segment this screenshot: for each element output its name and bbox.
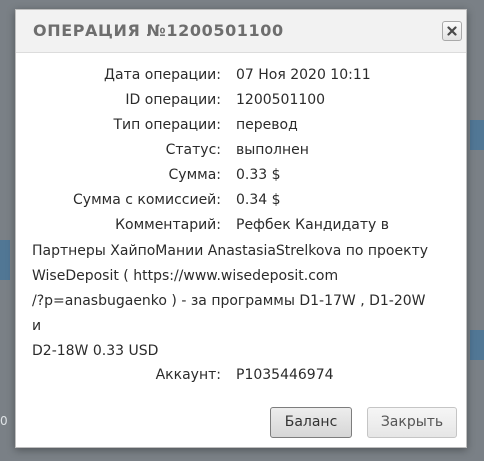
status-row: Статус: выполнен — [16, 142, 466, 162]
type-label: Тип операции: — [113, 117, 222, 133]
sum-row: Сумма: 0.33 $ — [16, 167, 466, 187]
type-row: Тип операции: перевод — [16, 117, 466, 137]
dialog-titlebar: ОПЕРАЦИЯ №1200501100 — [16, 10, 466, 53]
account-label: Аккаунт: — [155, 367, 221, 383]
sum-fee-row: Сумма с комиссией: 0.34 $ — [16, 192, 466, 212]
sum-fee-value: 0.34 $ — [236, 192, 281, 208]
close-dialog-button[interactable]: Закрыть — [367, 407, 457, 438]
date-row: Дата операции: 07 Ноя 2020 10:11 — [16, 67, 466, 87]
background-element — [470, 120, 484, 150]
status-label: Статус: — [165, 142, 221, 158]
id-value: 1200501100 — [236, 92, 326, 108]
id-row: ID операции: 1200501100 — [16, 92, 466, 112]
comment-text: Партнеры ХайпоМании AnastasiaStrelkova п… — [32, 243, 429, 359]
sum-label: Сумма: — [168, 167, 221, 183]
background-element — [470, 330, 484, 360]
comment-first-line: Рефбек Кандидату в — [236, 217, 390, 233]
date-value: 07 Ноя 2020 10:11 — [236, 67, 371, 83]
id-label: ID операции: — [125, 92, 221, 108]
close-x-icon — [447, 26, 457, 36]
balance-button[interactable]: Баланс — [270, 407, 352, 438]
account-value: P1035446974 — [236, 367, 334, 383]
dialog-title: ОПЕРАЦИЯ №1200501100 — [33, 21, 284, 40]
comment-label: Комментарий: — [115, 217, 221, 233]
sum-value: 0.33 $ — [236, 167, 281, 183]
background-text: 0 — [0, 414, 8, 428]
operation-dialog: ОПЕРАЦИЯ №1200501100 Дата операции: 07 Н… — [15, 9, 467, 448]
status-value: выполнен — [236, 142, 309, 158]
close-button[interactable] — [442, 21, 462, 41]
date-label: Дата операции: — [104, 67, 221, 83]
account-row: Аккаунт: P1035446974 — [16, 367, 466, 387]
comment-row: Комментарий: Рефбек Кандидату в — [16, 217, 466, 237]
background-element — [0, 240, 10, 280]
type-value: перевод — [236, 117, 298, 133]
sum-fee-label: Сумма с комиссией: — [73, 192, 221, 208]
